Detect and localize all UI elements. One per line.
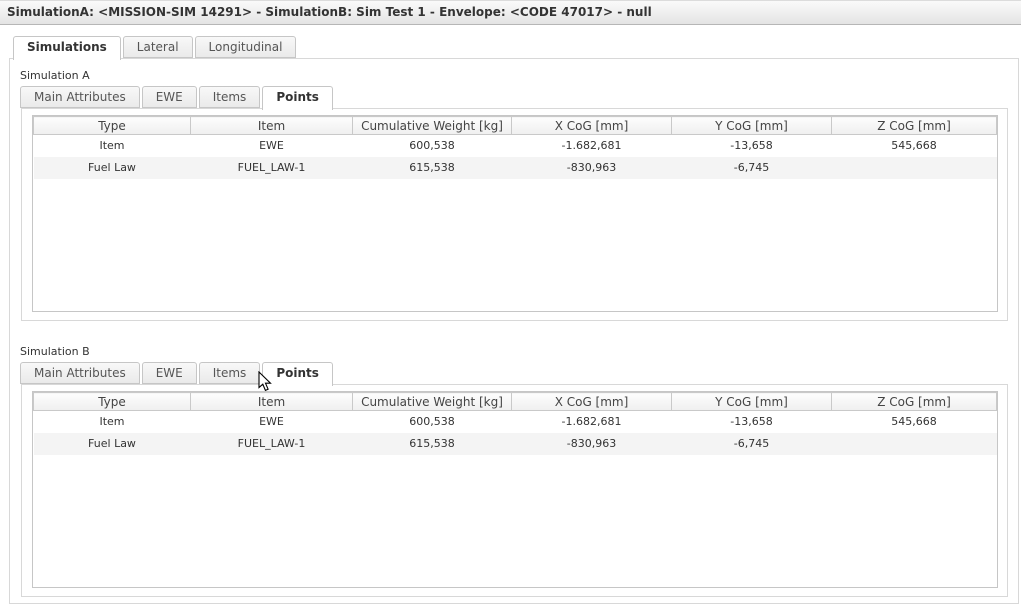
sim-b-tab-items[interactable]: Items (198, 362, 261, 384)
cell-y-cog: -13,658 (730, 139, 773, 153)
cell-z-cog: 545,668 (891, 415, 937, 429)
column-header-z-cog[interactable]: Z CoG [mm] (831, 392, 997, 411)
main-tab-bar: Simulations Lateral Longitudinal (13, 36, 298, 60)
cell-z-cog (831, 432, 997, 455)
cell-x-cog: -1.682,681 (561, 139, 622, 153)
simulation-b-points-panel: Type Item Cumulative Weight [kg] X CoG [… (21, 384, 1008, 597)
table-row[interactable]: Fuel Law FUEL_LAW-1 615,538 -830,963 -6,… (33, 156, 997, 179)
cell-x-cog: -1.682,681 (561, 415, 622, 429)
simulation-b-points-table: Type Item Cumulative Weight [kg] X CoG [… (32, 391, 998, 588)
table-row[interactable]: Fuel Law FUEL_LAW-1 615,538 -830,963 -6,… (33, 432, 997, 455)
cell-item: FUEL_LAW-1 (190, 156, 353, 179)
cell-item: EWE (259, 139, 284, 153)
cell-item: EWE (259, 415, 284, 429)
simulation-a-tab-bar: Main Attributes EWE Items Points (20, 86, 335, 110)
column-header-x-cog[interactable]: X CoG [mm] (511, 392, 672, 411)
window-title: SimulationA: <MISSION-SIM 14291> - Simul… (7, 5, 652, 19)
simulation-a-points-panel: Type Item Cumulative Weight [kg] X CoG [… (21, 108, 1008, 321)
section-label-simulation-a: Simulation A (20, 69, 90, 82)
simulation-b-tab-bar: Main Attributes EWE Items Points (20, 362, 335, 386)
window-title-bar: SimulationA: <MISSION-SIM 14291> - Simul… (0, 0, 1021, 25)
sim-a-tab-ewe[interactable]: EWE (141, 86, 197, 108)
cell-type: Item (99, 139, 125, 153)
column-header-z-cog[interactable]: Z CoG [mm] (831, 116, 997, 135)
column-header-type[interactable]: Type (33, 392, 191, 411)
mouse-cursor-icon (258, 371, 272, 392)
table-row[interactable]: Item EWE 600,538 -1.682,681 -13,658 545,… (34, 135, 997, 157)
column-header-x-cog[interactable]: X CoG [mm] (511, 116, 672, 135)
simulation-a-points-table: Type Item Cumulative Weight [kg] X CoG [… (32, 115, 998, 312)
cell-y-cog: -6,745 (671, 156, 832, 179)
sim-a-tab-items[interactable]: Items (198, 86, 261, 108)
tab-lateral[interactable]: Lateral (122, 36, 193, 58)
column-header-item[interactable]: Item (190, 116, 353, 135)
cell-x-cog: -830,963 (511, 432, 672, 455)
section-label-simulation-b: Simulation B (20, 345, 90, 358)
simulations-panel: Simulation A Main Attributes EWE Items P… (9, 58, 1019, 604)
cell-cumulative-weight: 600,538 (409, 139, 455, 153)
cell-type: Fuel Law (33, 432, 191, 455)
tab-simulations[interactable]: Simulations (13, 36, 121, 60)
sim-b-tab-main-attributes[interactable]: Main Attributes (20, 362, 140, 384)
table-header-row: Type Item Cumulative Weight [kg] X CoG [… (33, 392, 997, 411)
cell-x-cog: -830,963 (511, 156, 672, 179)
cell-y-cog: -13,658 (730, 415, 773, 429)
column-header-cumulative-weight[interactable]: Cumulative Weight [kg] (352, 116, 512, 135)
cell-y-cog: -6,745 (671, 432, 832, 455)
cell-z-cog: 545,668 (891, 139, 937, 153)
sim-a-tab-points[interactable]: Points (262, 86, 333, 110)
cell-type: Fuel Law (33, 156, 191, 179)
sim-b-tab-ewe[interactable]: EWE (141, 362, 197, 384)
table-row[interactable]: Item EWE 600,538 -1.682,681 -13,658 545,… (34, 411, 997, 433)
column-header-cumulative-weight[interactable]: Cumulative Weight [kg] (352, 392, 512, 411)
cell-cumulative-weight: 615,538 (352, 432, 512, 455)
sim-a-tab-main-attributes[interactable]: Main Attributes (20, 86, 140, 108)
column-header-item[interactable]: Item (190, 392, 353, 411)
column-header-y-cog[interactable]: Y CoG [mm] (671, 392, 832, 411)
cell-item: FUEL_LAW-1 (190, 432, 353, 455)
column-header-y-cog[interactable]: Y CoG [mm] (671, 116, 832, 135)
cell-cumulative-weight: 615,538 (352, 156, 512, 179)
cell-z-cog (831, 156, 997, 179)
cell-type: Item (99, 415, 125, 429)
tab-longitudinal[interactable]: Longitudinal (194, 36, 297, 58)
column-header-type[interactable]: Type (33, 116, 191, 135)
table-header-row: Type Item Cumulative Weight [kg] X CoG [… (33, 116, 997, 135)
cell-cumulative-weight: 600,538 (409, 415, 455, 429)
